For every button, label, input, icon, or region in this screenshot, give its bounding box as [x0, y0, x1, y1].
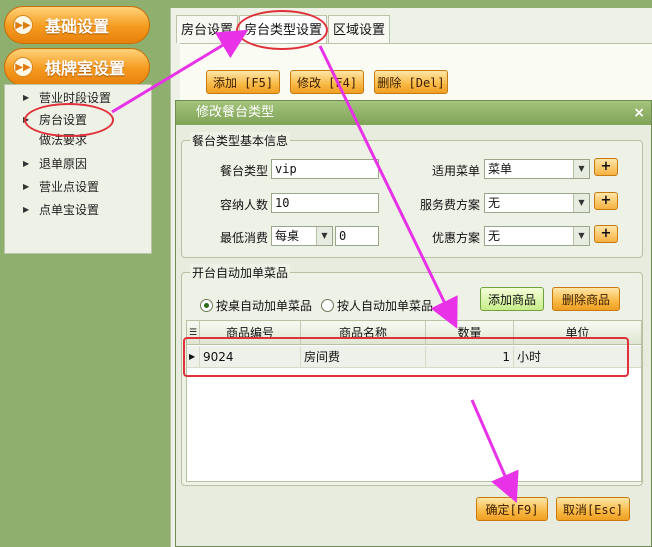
toolbar: 添加 [F5] 修改 [F4] 删除 [Del] — [180, 43, 652, 103]
dialog-title-bar: 修改餐台类型 × — [176, 101, 651, 125]
radio-by-person[interactable]: 按人自动加单菜品 — [321, 297, 433, 314]
chevron-down-icon: ▼ — [573, 227, 589, 245]
chevron-down-icon: ▼ — [316, 227, 332, 245]
add-menu-button[interactable]: + — [594, 158, 618, 176]
radio-by-table-label: 按桌自动加单菜品 — [216, 299, 313, 313]
triangle-icon: ▶ — [23, 92, 30, 102]
min-spend-input[interactable]: 0 — [335, 226, 379, 246]
chevron-down-icon: ▼ — [573, 160, 589, 178]
ok-button[interactable]: 确定[F9] — [476, 497, 548, 521]
capacity-label: 容纳人数 — [219, 198, 268, 212]
nav-item-business-points[interactable]: ▶ 营业点设置 — [23, 176, 100, 196]
min-spend-unit-value: 每桌 — [275, 229, 300, 243]
basic-info-group-label: 餐台类型基本信息 — [190, 132, 291, 149]
service-fee-label: 服务费方案 — [419, 198, 480, 212]
menu-label: 适用菜单 — [431, 164, 480, 178]
service-fee-select[interactable]: 无 ▼ — [484, 193, 590, 213]
nav-header-chess-room[interactable]: ▶▶ 棋牌室设置 — [4, 48, 150, 86]
add-discount-button[interactable]: + — [594, 225, 618, 243]
delete-button[interactable]: 删除 [Del] — [374, 70, 448, 94]
radio-by-person-label: 按人自动加单菜品 — [337, 299, 434, 313]
table-type-input[interactable]: vip — [271, 159, 379, 179]
nav-header-basic[interactable]: ▶▶ 基础设置 — [4, 6, 150, 44]
discount-label: 优惠方案 — [431, 231, 480, 245]
expand-icon: ▶▶ — [13, 57, 33, 77]
nav-item-label: 退单原因 — [39, 156, 88, 171]
discount-value: 无 — [488, 229, 501, 243]
radio-checked-icon — [200, 299, 213, 312]
auto-add-group-label: 开台自动加单菜品 — [190, 264, 291, 281]
menu-select[interactable]: 菜单 ▼ — [484, 159, 590, 179]
triangle-icon: ▶ — [23, 204, 30, 214]
add-item-button[interactable]: 添加商品 — [480, 287, 544, 311]
triangle-icon: ▶ — [23, 181, 30, 191]
tab-room-table[interactable]: 房台设置 — [176, 15, 239, 43]
add-service-fee-button[interactable]: + — [594, 192, 618, 210]
capacity-input[interactable]: 10 — [271, 193, 379, 213]
chevron-down-icon: ▼ — [573, 194, 589, 212]
annotation-circle-nav — [24, 103, 114, 137]
cancel-button[interactable]: 取消[Esc] — [556, 497, 630, 521]
discount-select[interactable]: 无 ▼ — [484, 226, 590, 246]
triangle-icon: ▶ — [23, 158, 30, 168]
service-fee-value: 无 — [488, 196, 501, 210]
radio-by-table[interactable]: 按桌自动加单菜品 — [200, 297, 312, 314]
add-button[interactable]: 添加 [F5] — [206, 70, 280, 94]
nav-item-label: 点单宝设置 — [39, 202, 100, 217]
radio-unchecked-icon — [321, 299, 334, 312]
nav-item-order-treasure[interactable]: ▶ 点单宝设置 — [23, 199, 100, 219]
expand-icon: ▶▶ — [13, 15, 33, 35]
annotation-circle-tab — [236, 10, 328, 50]
dialog-title: 修改餐台类型 — [196, 105, 275, 120]
edit-button[interactable]: 修改 [F4] — [290, 70, 364, 94]
menu-value: 菜单 — [488, 162, 513, 176]
min-spend-unit-select[interactable]: 每桌 ▼ — [271, 226, 333, 246]
min-spend-label: 最低消费 — [219, 231, 268, 245]
nav-item-return-reasons[interactable]: ▶ 退单原因 — [23, 153, 88, 173]
annotation-rect-row — [183, 337, 629, 377]
nav-item-label: 营业点设置 — [39, 179, 100, 194]
tab-area[interactable]: 区域设置 — [328, 15, 391, 43]
close-icon[interactable]: × — [633, 101, 645, 125]
nav-header-basic-label: 基础设置 — [45, 17, 110, 36]
table-type-label: 餐台类型 — [219, 164, 268, 178]
nav-header-chess-room-label: 棋牌室设置 — [45, 59, 126, 78]
delete-item-button[interactable]: 删除商品 — [552, 287, 620, 311]
